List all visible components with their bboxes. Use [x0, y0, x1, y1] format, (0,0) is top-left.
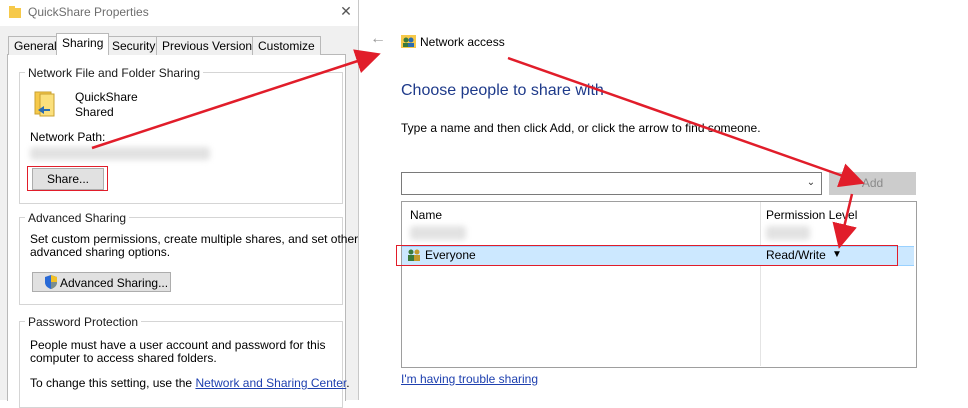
network-path-label: Network Path: — [30, 130, 106, 144]
column-header-permission[interactable]: Permission Level — [766, 208, 857, 222]
close-button[interactable]: ✕ — [336, 1, 356, 21]
uac-shield-icon — [45, 275, 57, 289]
column-header-name[interactable]: Name — [410, 208, 442, 222]
instructions-text: Type a name and then click Add, or click… — [401, 121, 761, 135]
password-line3: To change this setting, use the Network … — [30, 376, 350, 390]
chevron-down-icon[interactable]: ⌄ — [804, 173, 818, 192]
name-input[interactable] — [402, 173, 821, 179]
network-sharing-center-link[interactable]: Network and Sharing Center — [195, 376, 346, 390]
dialog-title: QuickShare Properties — [28, 5, 149, 19]
password-line2: computer to access shared folders. — [30, 351, 217, 365]
share-list-table — [401, 201, 917, 368]
password-line3-prefix: To change this setting, use the — [30, 376, 196, 390]
password-line1: People must have a user account and pass… — [30, 338, 326, 352]
folder-icon — [9, 6, 21, 18]
folder-name: QuickShare — [75, 90, 138, 104]
folder-status: Shared — [75, 105, 114, 119]
tab-sharing[interactable]: Sharing — [56, 33, 110, 55]
annotation-box-share — [27, 166, 108, 191]
redacted-row-permission — [766, 226, 810, 240]
advanced-description-line2: advanced sharing options. — [30, 245, 171, 259]
network-sharing-group-label: Network File and Folder Sharing — [25, 66, 204, 80]
trouble-sharing-link[interactable]: I'm having trouble sharing — [401, 372, 538, 386]
advanced-sharing-group-label: Advanced Sharing — [25, 211, 130, 225]
back-arrow-icon[interactable]: ← — [370, 30, 386, 48]
password-protection-group-label: Password Protection — [25, 315, 142, 329]
annotation-box-everyone — [396, 245, 898, 266]
password-line3-suffix: . — [346, 376, 350, 390]
page-heading: Choose people to share with — [401, 82, 604, 99]
column-divider — [760, 202, 761, 366]
network-path-redacted — [30, 147, 210, 160]
redacted-row-name — [410, 226, 466, 240]
shared-folder-icon — [34, 91, 55, 117]
add-button[interactable]: Add — [829, 172, 916, 195]
network-users-icon — [401, 35, 416, 48]
name-combobox[interactable] — [401, 172, 822, 195]
tab-security[interactable]: Security — [106, 36, 162, 55]
tab-general[interactable]: General — [8, 36, 63, 55]
tab-previous-versions[interactable]: Previous Versions — [156, 36, 265, 55]
tab-customize[interactable]: Customize — [252, 36, 321, 55]
advanced-description-line1: Set custom permissions, create multiple … — [30, 232, 359, 246]
advanced-sharing-button-label: Advanced Sharing... — [60, 276, 169, 290]
network-access-title: Network access — [420, 35, 505, 49]
